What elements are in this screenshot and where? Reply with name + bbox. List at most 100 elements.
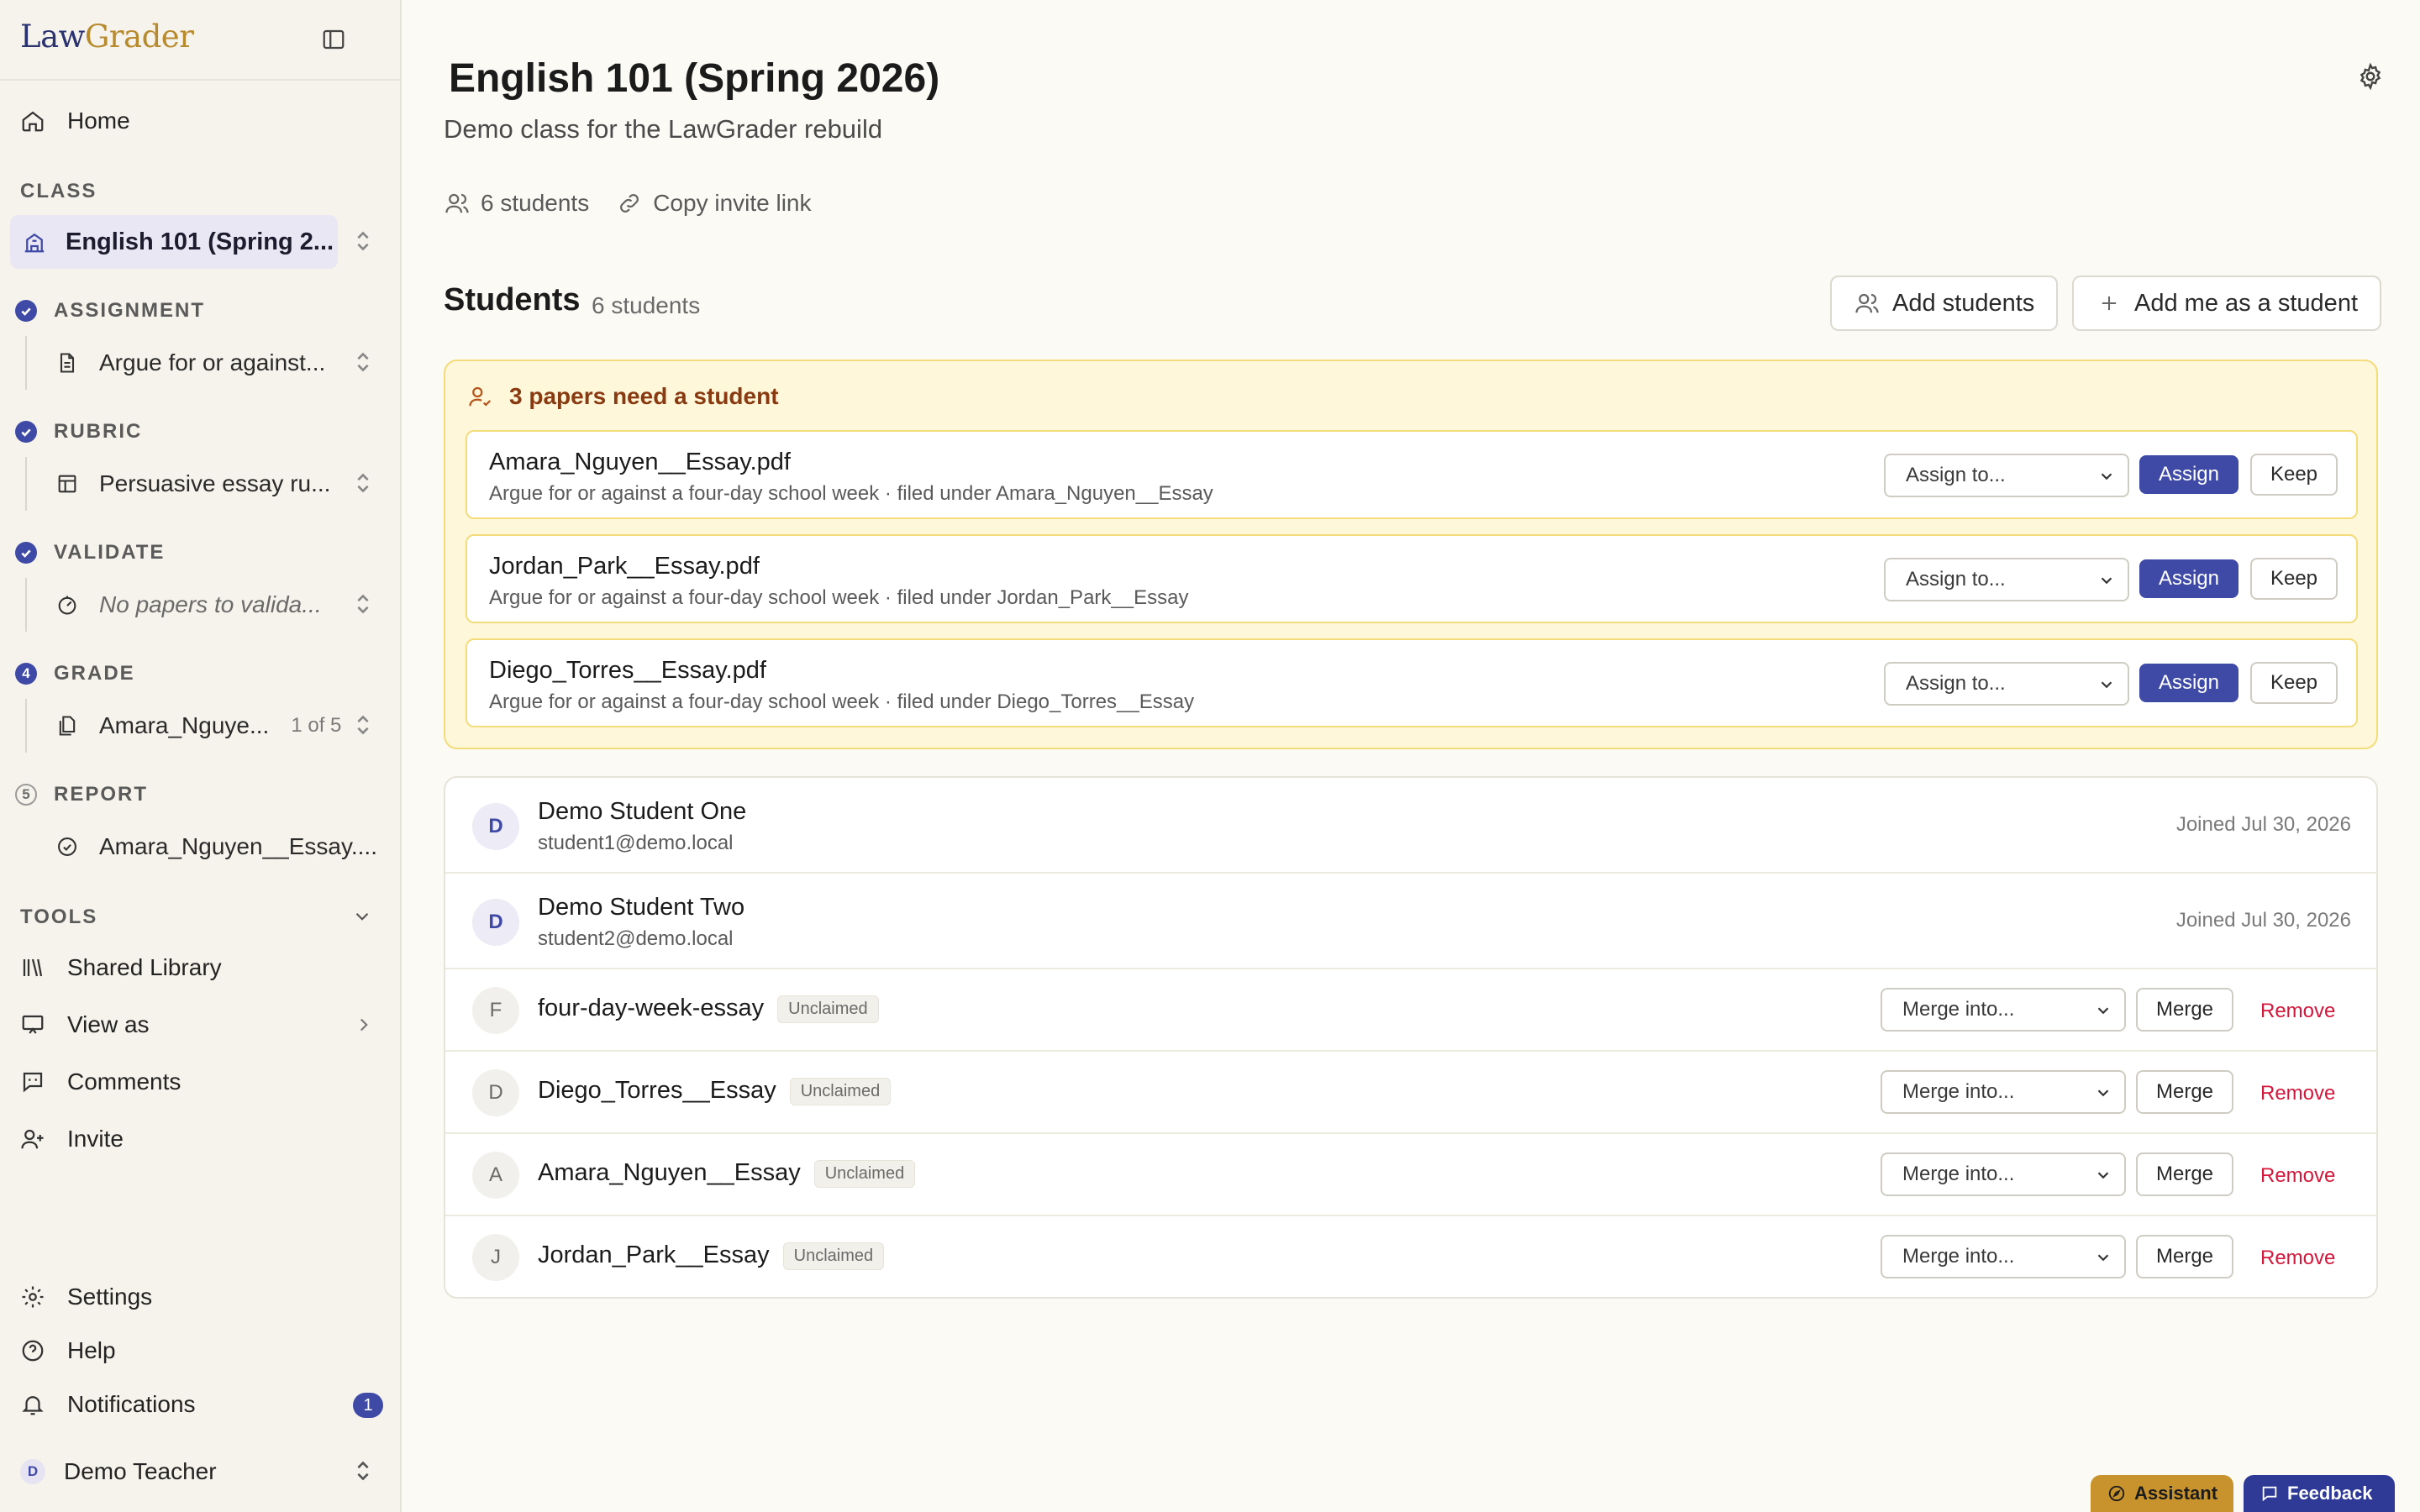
sidebar-item-invite[interactable]: Invite	[18, 1122, 124, 1156]
plus-icon	[2096, 290, 2123, 317]
chevron-updown-icon[interactable]	[353, 711, 373, 739]
step-item-assignment[interactable]: Argue for or against...	[54, 346, 325, 380]
paper-meta: Argue for or against a four-day school w…	[489, 586, 1189, 609]
merge-into-select[interactable]: Merge into...	[1881, 988, 2126, 1032]
step-validate: VALIDATE	[15, 541, 165, 564]
sidebar-item-notifications[interactable]: Notifications	[18, 1388, 196, 1421]
chevron-updown-icon[interactable]	[353, 469, 373, 497]
step-item-label: Amara_Nguye...	[99, 712, 270, 738]
add-me-label: Add me as a student	[2134, 289, 2358, 317]
chevron-updown-icon[interactable]	[353, 590, 373, 618]
paper-meta: Argue for or against a four-day school w…	[489, 690, 1195, 713]
assign-button[interactable]: Assign	[2139, 664, 2238, 702]
merge-button[interactable]: Merge	[2136, 988, 2233, 1032]
step-item-label: No papers to valida...	[99, 591, 322, 617]
merge-button[interactable]: Merge	[2136, 1070, 2233, 1114]
avatar: D	[472, 803, 519, 850]
comment-icon	[18, 1068, 47, 1096]
papers-need-student-heading: 3 papers need a student	[467, 383, 779, 410]
feedback-button[interactable]: Feedback	[2244, 1475, 2395, 1512]
users-icon	[1854, 290, 1881, 317]
table-row: F four-day-week-essay Unclaimed Merge int…	[445, 969, 2376, 1052]
add-me-as-student-button[interactable]: Add me as a student	[2072, 276, 2381, 331]
step-item-rubric[interactable]: Persuasive essay ru...	[54, 467, 330, 501]
avatar: D	[472, 899, 519, 946]
step-item-report[interactable]: Amara_Nguyen__Essay....	[54, 830, 377, 864]
papers-need-student-panel: 3 papers need a student Amara_Nguyen__Es…	[444, 360, 2378, 749]
sidebar-item-help[interactable]: Help	[18, 1334, 116, 1368]
merge-into-select[interactable]: Merge into...	[1881, 1235, 2126, 1278]
sidebar-item-view-as[interactable]: View as	[18, 1008, 150, 1042]
sidebar-toggle-icon[interactable]	[321, 27, 346, 52]
chevron-updown-icon[interactable]	[353, 227, 373, 255]
chevron-updown-icon[interactable]	[353, 1457, 373, 1485]
logo-law: Law	[20, 18, 85, 55]
remove-button[interactable]: Remove	[2260, 1247, 2335, 1270]
joined-date: Joined Jul 30, 2026	[2175, 909, 2351, 932]
student-email: student1@demo.local	[538, 832, 734, 854]
step-label: ASSIGNMENT	[54, 299, 206, 322]
sidebar-divider	[0, 79, 400, 81]
merge-into-select[interactable]: Merge into...	[1881, 1070, 2126, 1114]
student-roster: D Demo Student One student1@demo.local J…	[444, 776, 2378, 1299]
class-section-label: CLASS	[20, 180, 97, 202]
step-assignment: ASSIGNMENT	[15, 299, 205, 323]
class-meta: 6 students Copy invite link	[444, 190, 812, 217]
class-selector[interactable]: English 101 (Spring 2...	[10, 215, 338, 269]
user-menu[interactable]: D Demo Teacher	[20, 1455, 217, 1488]
sidebar-item-label: Shared Library	[67, 954, 222, 980]
unclaimed-badge: Unclaimed	[813, 1159, 916, 1188]
copy-invite-link[interactable]: Copy invite link	[616, 190, 812, 217]
student-name: Demo Student One	[538, 798, 747, 825]
check-icon	[15, 421, 37, 443]
joined-date: Joined Jul 30, 2026	[2175, 813, 2351, 836]
select-value: Merge into...	[1902, 998, 2015, 1021]
assign-to-select[interactable]: Assign to...	[1884, 558, 2129, 601]
check-icon	[15, 542, 37, 564]
merge-button[interactable]: Merge	[2136, 1152, 2233, 1196]
keep-button[interactable]: Keep	[2250, 558, 2338, 600]
chevron-updown-icon[interactable]	[353, 348, 373, 376]
chevron-right-icon[interactable]	[353, 1014, 375, 1036]
sidebar-item-label: Invite	[67, 1126, 124, 1152]
table-row: D Demo Student One student1@demo.local J…	[445, 778, 2376, 874]
step-report: 5 REPORT	[15, 783, 148, 806]
step-number: 4	[15, 663, 37, 685]
assign-button[interactable]: Assign	[2139, 455, 2238, 494]
notification-count-badge: 1	[353, 1393, 383, 1418]
user-plus-icon	[18, 1125, 47, 1153]
step-item-grade[interactable]: Amara_Nguye... 1 of 5	[54, 709, 341, 743]
merge-button[interactable]: Merge	[2136, 1235, 2233, 1278]
class-settings-icon[interactable]	[2356, 62, 2385, 91]
remove-button[interactable]: Remove	[2260, 1164, 2335, 1188]
student-name-wrap: four-day-week-essay Unclaimed	[538, 995, 879, 1023]
compass-icon	[2107, 1484, 2126, 1503]
chevron-down-icon[interactable]	[351, 906, 373, 927]
assign-to-select[interactable]: Assign to...	[1884, 454, 2129, 497]
select-value: Merge into...	[1902, 1245, 2015, 1268]
merge-into-select[interactable]: Merge into...	[1881, 1152, 2126, 1196]
sidebar-item-settings[interactable]: Settings	[18, 1280, 152, 1314]
student-name-wrap: Diego_Torres__Essay Unclaimed	[538, 1077, 892, 1105]
sidebar-item-shared-library[interactable]: Shared Library	[18, 951, 222, 984]
chevron-down-icon	[2097, 571, 2116, 590]
student-name: Jordan_Park__Essay	[538, 1242, 770, 1268]
remove-button[interactable]: Remove	[2260, 1082, 2335, 1105]
remove-button[interactable]: Remove	[2260, 1000, 2335, 1023]
assistant-button[interactable]: Assistant	[2091, 1475, 2233, 1512]
step-item-validate[interactable]: No papers to valida...	[54, 588, 322, 622]
document-icon	[54, 349, 81, 376]
chevron-down-icon	[2094, 1248, 2112, 1267]
assign-button[interactable]: Assign	[2139, 559, 2238, 598]
files-icon	[54, 712, 81, 739]
logo[interactable]: LawGrader	[20, 18, 194, 55]
student-count-meta: 6 students	[481, 190, 590, 216]
sidebar-item-comments[interactable]: Comments	[18, 1065, 181, 1099]
assign-to-select[interactable]: Assign to...	[1884, 662, 2129, 706]
keep-button[interactable]: Keep	[2250, 454, 2338, 496]
sidebar-item-home[interactable]: Home	[18, 104, 130, 138]
sidebar-item-label: Notifications	[67, 1391, 196, 1417]
add-students-button[interactable]: Add students	[1830, 276, 2059, 331]
keep-button[interactable]: Keep	[2250, 662, 2338, 704]
step-connector	[25, 457, 27, 511]
